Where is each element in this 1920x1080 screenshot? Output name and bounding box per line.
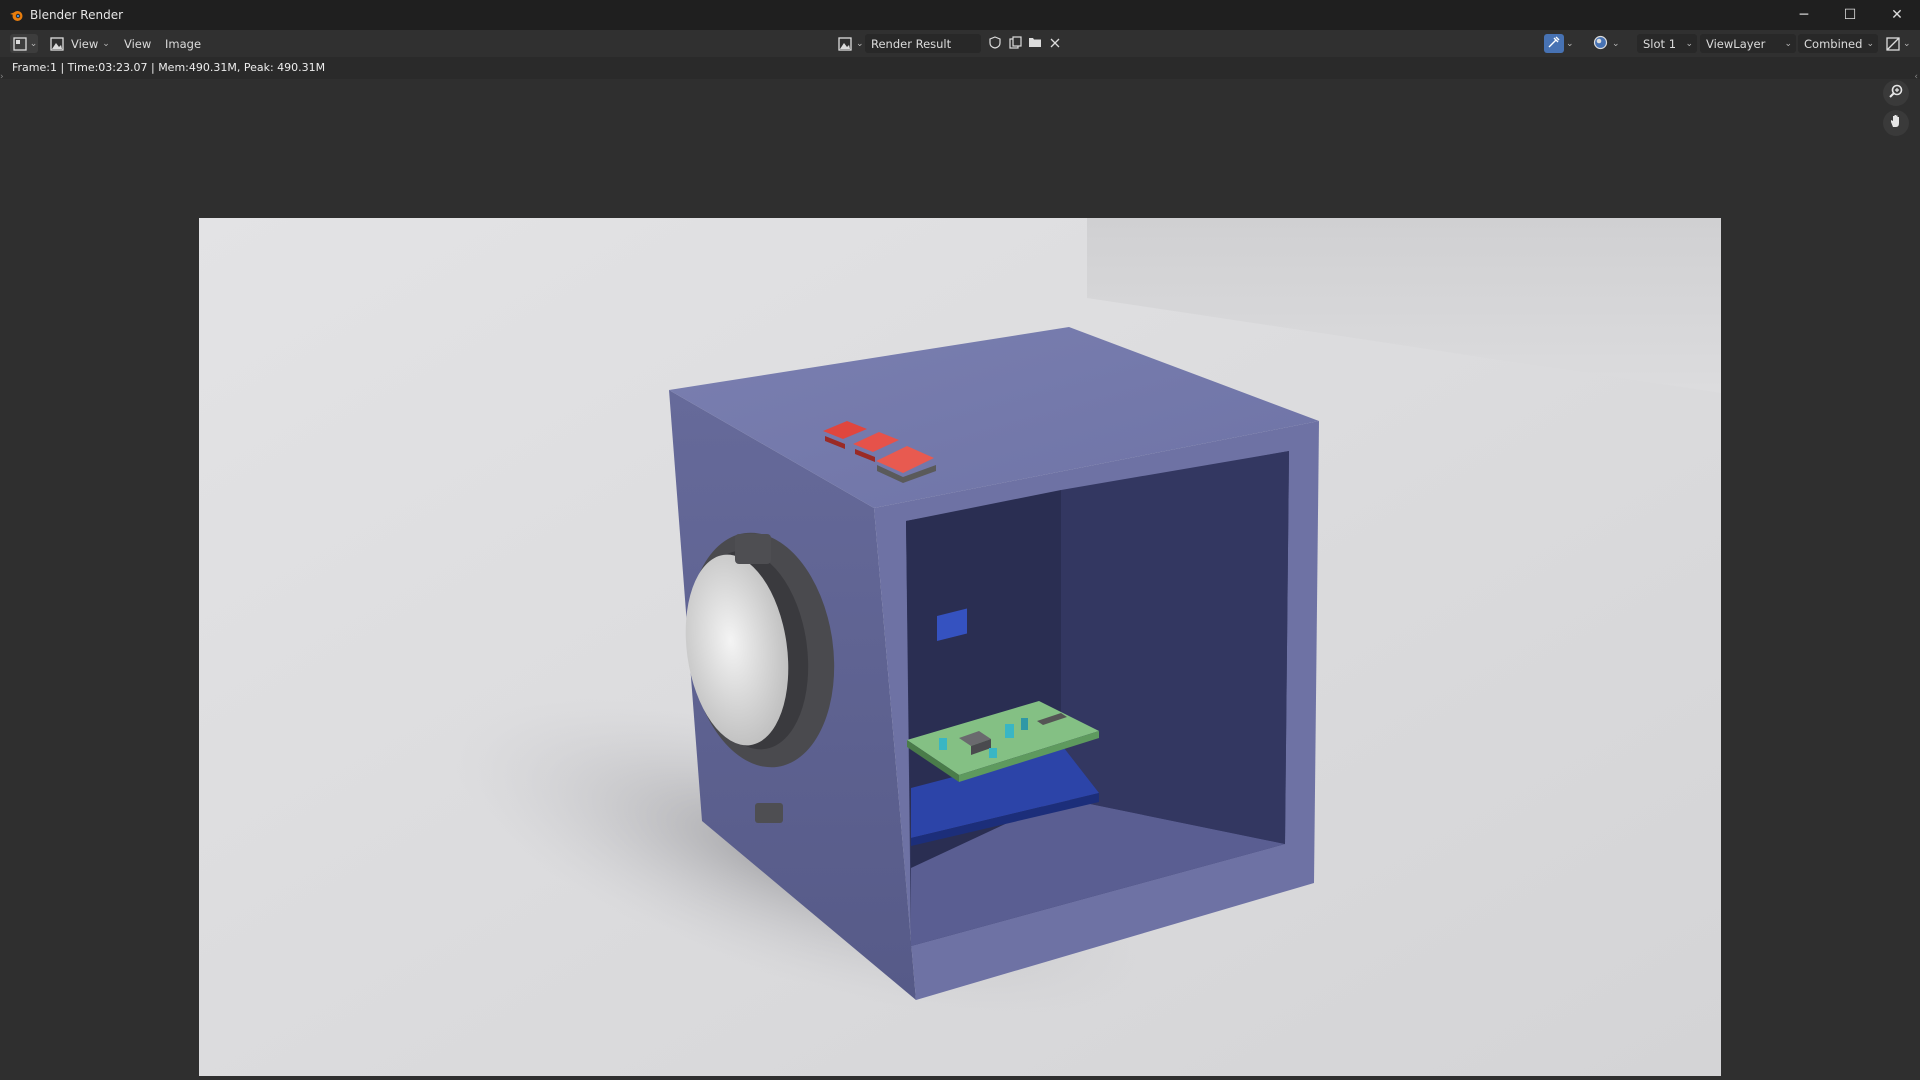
new-image-button[interactable] — [1006, 34, 1024, 53]
new-image-icon — [1008, 35, 1022, 52]
image-browse-dropdown[interactable]: ⌄ — [836, 34, 864, 53]
chevron-down-icon[interactable]: ⌄ — [1566, 34, 1574, 53]
unlink-image-button[interactable] — [1046, 34, 1064, 53]
chevron-down-icon: ⌄ — [29, 38, 38, 49]
render-pass-label: Combined — [1804, 36, 1863, 51]
sample-tool-icon — [1547, 35, 1561, 52]
chevron-down-icon: ⌄ — [102, 38, 110, 49]
editor-type-selector[interactable]: ⌄ — [10, 34, 38, 53]
display-view-icon — [1884, 35, 1902, 53]
menu-image[interactable]: Image — [165, 34, 201, 53]
minimize-button[interactable]: ─ — [1781, 0, 1827, 30]
image-viewport[interactable]: › ‹ — [0, 72, 1920, 1080]
title-bar: Blender Render ─ ☐ ✕ — [0, 0, 1920, 30]
chevron-down-icon: ⌄ — [1685, 38, 1693, 49]
chevron-down-icon: ⌄ — [1866, 38, 1874, 49]
zoom-icon — [1888, 83, 1904, 103]
slot-label: Slot 1 — [1643, 36, 1677, 51]
image-editor-icon — [11, 35, 29, 53]
zoom-tool-button[interactable] — [1883, 80, 1909, 106]
chevron-down-icon: ⌄ — [1903, 38, 1911, 49]
fake-user-shield-icon — [989, 35, 1001, 52]
open-folder-icon — [1028, 36, 1042, 51]
chevron-down-icon: ⌄ — [856, 38, 864, 49]
image-browse-icon — [836, 35, 854, 53]
window-title: Blender Render — [30, 8, 124, 22]
view-layer-dropdown[interactable]: ViewLayer ⌄ — [1700, 34, 1796, 53]
chevron-down-icon: ⌄ — [1784, 38, 1792, 49]
image-editor-header: ⌄ View ⌄ View Image ⌄ Render Result ⌄ ⌄ … — [0, 30, 1920, 57]
slot-dropdown[interactable]: Slot 1 ⌄ — [1637, 34, 1697, 53]
open-image-button[interactable] — [1026, 34, 1044, 53]
fake-user-button[interactable] — [986, 34, 1004, 53]
display-channels-button[interactable] — [1590, 34, 1610, 53]
unlink-x-icon — [1050, 37, 1060, 51]
view-layer-label: ViewLayer — [1706, 36, 1766, 51]
render-stats-text: Frame:1 | Time:03:23.07 | Mem:490.31M, P… — [12, 61, 326, 74]
sidebar-expand-arrow-icon[interactable]: ‹ — [1914, 72, 1918, 82]
view-mode-label: View — [71, 36, 99, 51]
maximize-button[interactable]: ☐ — [1827, 0, 1873, 30]
render-info-bar: Frame:1 | Time:03:23.07 | Mem:490.31M, P… — [0, 57, 1920, 79]
menu-view[interactable]: View — [124, 34, 151, 53]
render-pass-dropdown[interactable]: Combined ⌄ — [1798, 34, 1878, 53]
view-mode-icon — [48, 35, 66, 53]
display-channels-icon — [1593, 35, 1608, 53]
image-name-field[interactable]: Render Result — [865, 34, 981, 53]
region-expand-arrow-icon[interactable]: › — [0, 72, 4, 82]
pan-hand-icon — [1888, 113, 1904, 133]
close-button[interactable]: ✕ — [1874, 0, 1920, 30]
pan-tool-button[interactable] — [1883, 110, 1909, 136]
display-view-dropdown[interactable]: ⌄ — [1884, 34, 1912, 53]
render-result-image — [199, 218, 1721, 1076]
view-mode-dropdown[interactable]: View ⌄ — [48, 34, 110, 53]
sample-tool-button[interactable] — [1544, 34, 1564, 53]
chevron-down-icon[interactable]: ⌄ — [1612, 34, 1620, 53]
blender-logo-icon — [9, 8, 24, 23]
